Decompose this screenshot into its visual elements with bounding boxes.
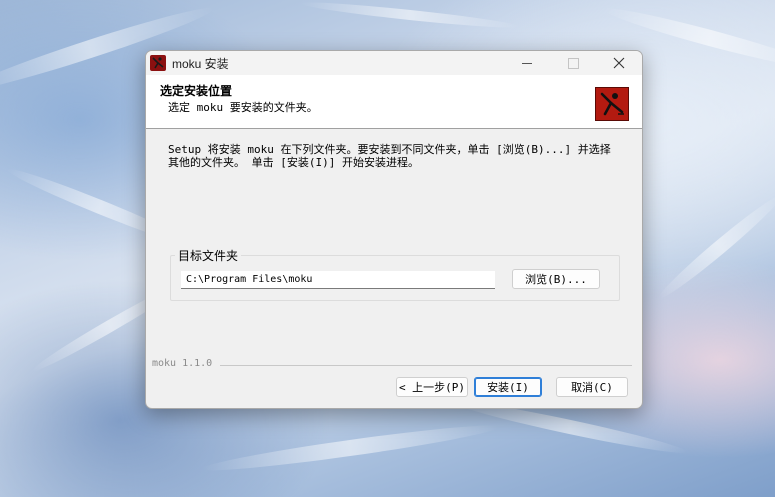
- page-subtitle: 选定 moku 要安装的文件夹。: [168, 101, 318, 114]
- instructions-text: Setup 将安装 moku 在下列文件夹。要安装到不同文件夹，单击 [浏览(B…: [168, 143, 611, 169]
- minimize-icon: [522, 63, 532, 64]
- maximize-button[interactable]: [550, 51, 596, 75]
- back-button[interactable]: < 上一步(P): [396, 377, 468, 397]
- moku-logo-icon: [595, 87, 629, 121]
- minimize-button[interactable]: [504, 51, 550, 75]
- installer-window: moku 安装 选定安装位置 选定 moku 要安装的文件夹。 Setup 将安…: [145, 50, 643, 409]
- destination-path-input[interactable]: [181, 271, 495, 289]
- close-icon: [613, 57, 625, 69]
- install-button[interactable]: 安装(I): [474, 377, 542, 397]
- footer-divider: [220, 365, 632, 366]
- version-label: moku 1.1.0: [152, 358, 213, 369]
- moku-app-icon: [150, 55, 166, 71]
- title-bar[interactable]: moku 安装: [146, 51, 642, 75]
- page-title: 选定安装位置: [160, 84, 233, 98]
- cancel-button[interactable]: 取消(C): [556, 377, 628, 397]
- destination-folder-label: 目标文件夹: [175, 247, 242, 264]
- window-title: moku 安装: [172, 57, 229, 71]
- browse-button[interactable]: 浏览(B)...: [512, 269, 600, 289]
- page-header: 选定安装位置 选定 moku 要安装的文件夹。: [146, 75, 642, 129]
- maximize-icon: [568, 58, 579, 69]
- close-button[interactable]: [596, 51, 642, 75]
